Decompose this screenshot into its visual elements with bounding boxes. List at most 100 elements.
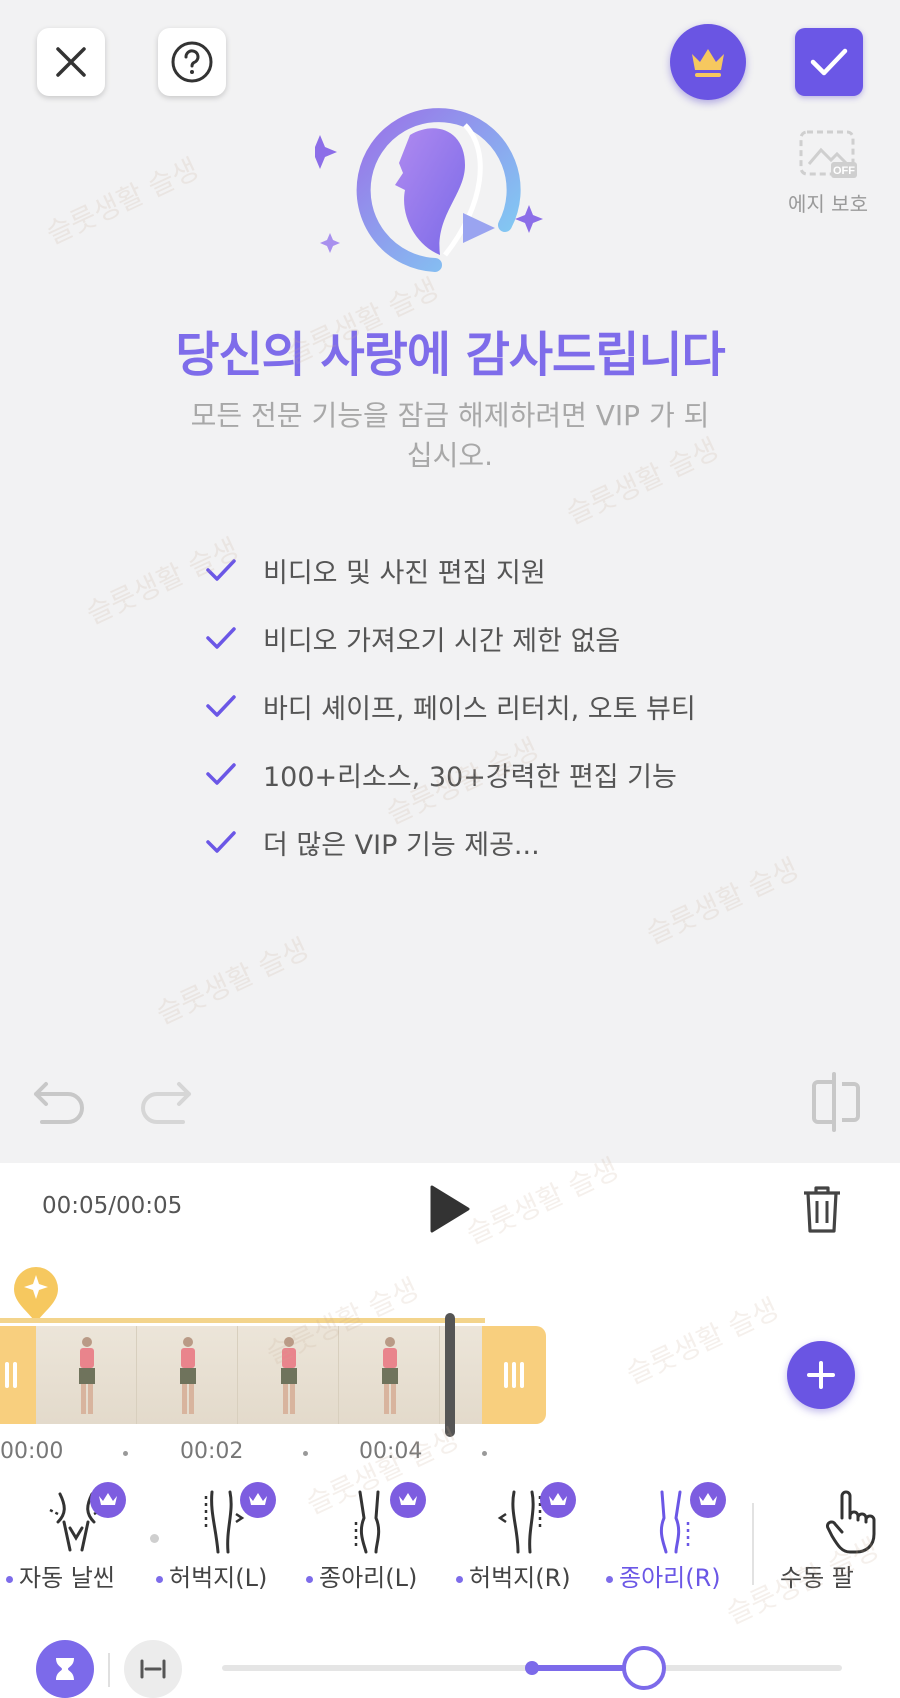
tool-waist-slim[interactable]: 자동 날씬 (6, 1482, 146, 1598)
trim-handle-right[interactable] (494, 1326, 534, 1424)
help-icon (171, 41, 213, 83)
feature-item: 비디오 가져오기 시간 제한 없음 (205, 604, 696, 672)
tool-dot (156, 1575, 163, 1583)
watermark: 슬룻생활 슬생 (151, 931, 314, 1031)
close-button[interactable] (37, 28, 105, 96)
feature-item: 100+리소스, 30+강력한 편집 기능 (205, 740, 696, 808)
crown-icon (399, 1493, 417, 1505)
app-logo-icon (315, 108, 543, 272)
feature-item: 비디오 및 사진 편집 지원 (205, 536, 696, 604)
promo-subtitle: 모든 전문 기능을 잠금 해제하려면 VIP 가 되십시오. (190, 399, 710, 472)
timeline-tick-dot (303, 1451, 308, 1456)
check-icon (206, 695, 236, 717)
tool-divider (752, 1503, 754, 1585)
confirm-button[interactable] (795, 28, 863, 96)
check-icon (206, 763, 236, 785)
ai-sparkle-marker-icon[interactable] (10, 1263, 62, 1325)
feature-item: 더 많은 VIP 기능 제공... (205, 808, 696, 876)
check-icon (206, 559, 236, 581)
intensity-slider-thumb[interactable] (621, 1646, 666, 1690)
tool-label: 자동 날씬 (6, 1558, 166, 1593)
tool-dot (6, 1575, 13, 1583)
feature-text: 비디오 및 사진 편집 지원 (263, 557, 546, 589)
tool-label: 허벅지(R) (456, 1558, 616, 1593)
tool-dot (606, 1575, 613, 1583)
edge-protect-off-icon: OFF (799, 130, 857, 178)
edge-protect-state: OFF (833, 165, 855, 177)
clip-frames[interactable] (36, 1326, 482, 1424)
compare-icon[interactable] (808, 1070, 864, 1134)
vip-badge (540, 1482, 576, 1518)
person-thumbnail-icon (180, 1337, 196, 1414)
trim-handle-left[interactable] (0, 1326, 22, 1424)
feature-text: 비디오 가져오기 시간 제한 없음 (263, 625, 621, 657)
editor-panel: 00:05/00:05 00:00 00:02 00:04 자동 날씬 허벅지(L… (0, 1163, 900, 1698)
tool-label: 허벅지(L) (156, 1558, 316, 1593)
redo-icon[interactable] (135, 1072, 195, 1132)
timeline-tick: 00:02 (180, 1439, 244, 1464)
effect-track (0, 1318, 485, 1323)
promo-title: 당신의 사랑에 감사드립니다 (175, 327, 725, 383)
tool-thigh-left[interactable]: 허벅지(L) (156, 1482, 296, 1598)
width-arrows-icon (140, 1659, 166, 1679)
crown-icon (692, 49, 724, 77)
playhead[interactable] (445, 1313, 455, 1437)
time-display: 00:05/00:05 (42, 1193, 183, 1219)
add-clip-button[interactable] (787, 1341, 855, 1409)
tool-dot (306, 1575, 313, 1583)
vip-badge (90, 1482, 126, 1518)
person-thumbnail-icon (281, 1337, 297, 1414)
crown-icon (99, 1493, 117, 1505)
plus-icon (807, 1361, 835, 1389)
close-icon (56, 47, 86, 77)
vip-badge (690, 1482, 726, 1518)
tool-separator-dot (150, 1534, 159, 1543)
tool-calf-right[interactable]: 종아리(R) (606, 1482, 746, 1598)
feature-text: 더 많은 VIP 기능 제공... (263, 829, 540, 861)
feature-text: 바디 셰이프, 페이스 리터치, 오토 뷰티 (263, 693, 696, 725)
clip-thumbnail (137, 1326, 238, 1424)
person-thumbnail-icon (476, 1336, 482, 1416)
mode-divider (108, 1653, 110, 1687)
timeline-tick-dot (123, 1451, 128, 1456)
mode-shape-button[interactable] (36, 1640, 94, 1698)
edge-protect-toggle[interactable]: OFF 에지 보호 (780, 128, 876, 217)
tool-dot (456, 1575, 463, 1583)
clip-thumbnail (339, 1326, 440, 1424)
crown-icon (699, 1493, 717, 1505)
timeline-tick: 00:00 (0, 1439, 64, 1464)
check-icon (206, 627, 236, 649)
crown-icon (249, 1493, 267, 1505)
undo-icon[interactable] (30, 1072, 90, 1132)
vip-badge (390, 1482, 426, 1518)
check-icon (810, 48, 848, 76)
tool-label: 수동 팔 (780, 1564, 854, 1592)
vip-badge (240, 1482, 276, 1518)
vip-crown-button[interactable] (670, 24, 746, 100)
feature-list: 비디오 및 사진 편집 지원비디오 가져오기 시간 제한 없음바디 셰이프, 페… (205, 536, 696, 876)
clip-thumbnail (238, 1326, 339, 1424)
watermark: 슬룻생활 슬생 (41, 151, 204, 251)
feature-item: 바디 셰이프, 페이스 리터치, 오토 뷰티 (205, 672, 696, 740)
person-thumbnail-icon (382, 1337, 398, 1414)
play-icon[interactable] (426, 1183, 472, 1235)
mode-width-button[interactable] (124, 1640, 182, 1698)
timeline-tick-dot (482, 1451, 487, 1456)
clip-thumbnail (36, 1326, 137, 1424)
tool-hand-pointer[interactable]: 수동 팔 (780, 1488, 900, 1598)
help-button[interactable] (158, 28, 226, 96)
hand-pointer-icon (826, 1490, 876, 1554)
edge-protect-label: 에지 보호 (788, 192, 868, 216)
tool-label: 종아리(L) (306, 1558, 466, 1593)
timeline-tick: 00:04 (359, 1439, 423, 1464)
intensity-slider-center (525, 1661, 539, 1675)
tool-thigh-right[interactable]: 허벅지(R) (456, 1482, 596, 1598)
person-thumbnail-icon (79, 1337, 95, 1414)
check-icon (206, 831, 236, 853)
tool-calf-left[interactable]: 종아리(L) (306, 1482, 446, 1598)
crown-icon (549, 1493, 567, 1505)
hourglass-icon (56, 1658, 74, 1680)
tool-label: 종아리(R) (606, 1558, 766, 1593)
trash-icon[interactable] (800, 1183, 844, 1235)
feature-text: 100+리소스, 30+강력한 편집 기능 (263, 761, 677, 793)
